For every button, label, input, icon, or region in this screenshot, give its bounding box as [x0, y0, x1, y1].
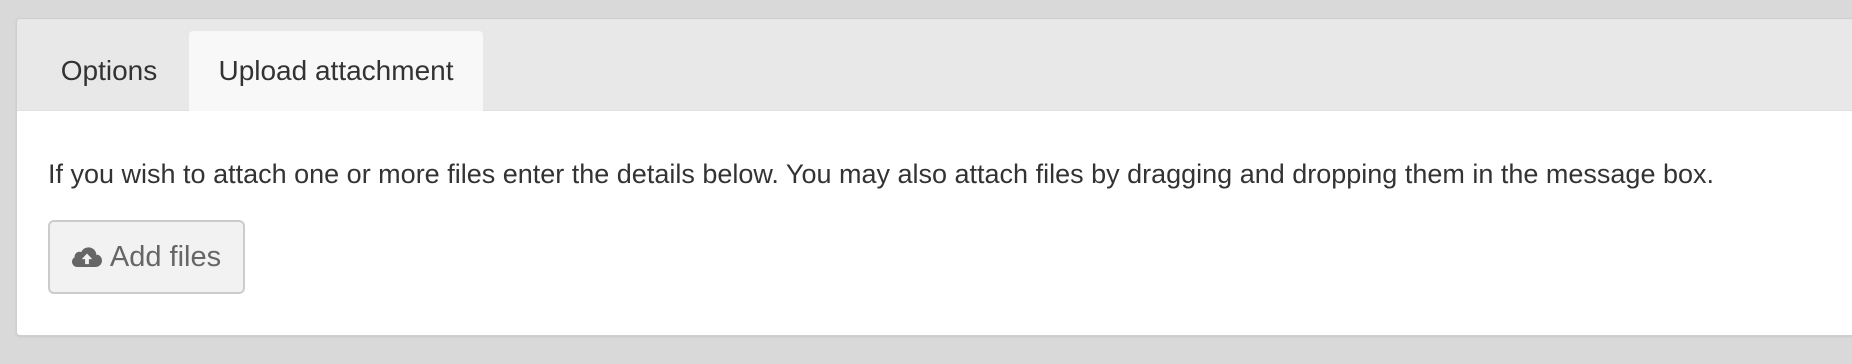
upload-instructions: If you wish to attach one or more files …	[48, 159, 1714, 189]
cloud-upload-icon	[71, 245, 102, 269]
tab-upload-attachment-label: Upload attachment	[218, 55, 454, 86]
add-files-button[interactable]: Add files	[48, 220, 245, 294]
tab-bar: Options Upload attachment	[17, 19, 1852, 111]
add-files-label: Add files	[109, 240, 222, 273]
tab-upload-attachment[interactable]: Upload attachment	[189, 31, 483, 111]
tab-options[interactable]: Options	[35, 31, 183, 111]
upload-attachment-pane: If you wish to attach one or more files …	[17, 111, 1852, 335]
tab-options-label: Options	[60, 55, 158, 86]
attachment-panel: Options Upload attachment If you wish to…	[16, 18, 1852, 336]
